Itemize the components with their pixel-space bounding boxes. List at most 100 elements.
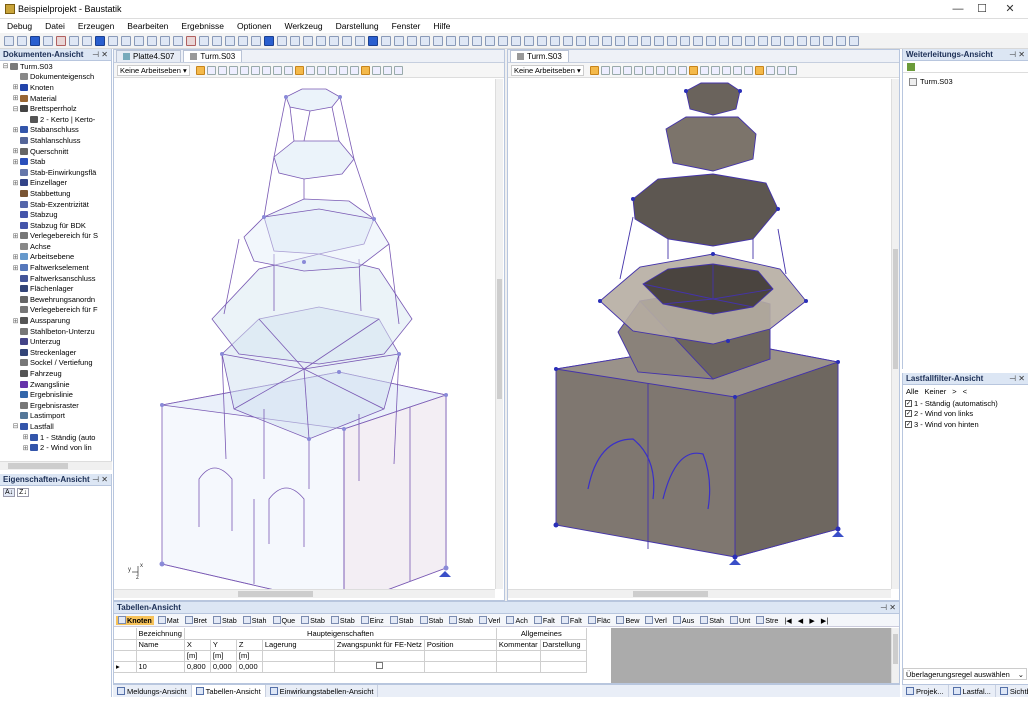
expander-icon[interactable]: ⊞ [12,264,19,272]
tree-item[interactable]: Verlegebereich für F [0,305,111,316]
toolbar-tool-icon[interactable] [342,35,352,46]
toolbar-tool-icon[interactable] [420,35,430,46]
tree-h-scrollbar[interactable] [0,461,112,470]
expander-icon[interactable]: ⊞ [22,444,29,452]
toolbar-tool-icon[interactable] [459,35,469,46]
tree-item[interactable]: Stabzug [0,209,111,220]
tree-item[interactable]: Stahlanschluss [0,135,111,146]
cell-y[interactable]: 0,000 [210,661,237,673]
menu-debug[interactable]: Debug [0,19,38,31]
tree-item[interactable]: Stab-Einwirkungsflä [0,167,111,178]
view-front-icon[interactable] [305,65,315,75]
wireframe-icon[interactable] [371,65,381,75]
expander-icon[interactable]: ⊞ [12,232,19,240]
refresh-icon[interactable] [907,63,915,71]
tree-item[interactable]: ⊞ 2 - Wind von lin [0,442,111,453]
checkbox[interactable]: ✓ [905,420,912,428]
table-tab[interactable]: Verl [477,616,502,625]
tree-item[interactable]: ⊞ Faltwerkselement [0,262,111,273]
toolbar-tool-icon[interactable] [667,35,677,46]
toolbar-tool-icon[interactable] [4,35,14,46]
select-icon[interactable] [195,65,205,75]
table-tab[interactable]: Stab [329,616,357,625]
view-top-icon[interactable] [316,65,326,75]
tree-item[interactable]: Stahlbeton-Unterzu [0,326,111,337]
zoom-window-icon[interactable] [250,65,260,75]
right-h-scrollbar[interactable] [508,589,891,598]
toolbar-tool-icon[interactable] [43,35,53,46]
expander-icon[interactable]: ⊞ [12,83,19,91]
loadcase-item[interactable]: ✓ 3 - Wind von hinten [903,419,1028,430]
tree-item[interactable]: ⊟ Lastfall [0,421,111,432]
pin-icon[interactable]: ⊣ ✕ [1009,374,1025,383]
tab-turm-left[interactable]: Turm.S03 [183,50,243,62]
zoom-out-icon[interactable] [228,65,238,75]
maximize-button[interactable]: ☐ [968,2,996,17]
toolbar-tool-icon[interactable] [368,35,378,46]
toolbar-tool-icon[interactable] [680,35,690,46]
toolbar-tool-icon[interactable] [134,35,144,46]
toolbar-tool-icon[interactable] [849,35,859,46]
toolbar-tool-icon[interactable] [173,35,183,46]
checkbox[interactable]: ✓ [905,410,912,418]
work-plane-select[interactable]: Keine Arbeitseben ▾ [511,64,584,76]
toolbar-tool-icon[interactable] [95,35,105,46]
menu-datei[interactable]: Datei [38,19,71,31]
select-icon[interactable] [589,65,599,75]
display-icon[interactable] [393,65,403,75]
grid-icon[interactable] [349,65,359,75]
menu-darstellung[interactable]: Darstellung [329,19,385,31]
tab-einwirkungstabellen[interactable]: Einwirkungstabellen-Ansicht [266,685,379,697]
toolbar-tool-icon[interactable] [17,35,27,46]
view-side-icon[interactable] [327,65,337,75]
menu-bearbeiten[interactable]: Bearbeiten [120,19,174,31]
tree-item[interactable]: ⊞ Querschnitt [0,146,111,157]
toolbar-tool-icon[interactable] [771,35,781,46]
toolbar-tool-icon[interactable] [758,35,768,46]
toolbar-tool-icon[interactable] [446,35,456,46]
cell-name[interactable]: 10 [136,661,185,673]
tree-item[interactable]: ⊟ Brettsperrholz [0,103,111,114]
tab-sichtbarkeit[interactable]: Sichtb... [996,685,1028,697]
col-y[interactable]: Y [210,639,237,651]
tree-item[interactable]: ⊞ 1 - Ständig (auto [0,432,111,443]
table-tab[interactable]: Bew [614,616,641,625]
tree-item[interactable]: Ergebnisraster [0,400,111,411]
tree-item[interactable]: Achse [0,241,111,252]
col-darstellung[interactable]: Darstellung [540,639,587,651]
rotate-icon[interactable] [666,65,676,75]
expander-icon[interactable]: ⊟ [12,422,19,430]
rotate-icon[interactable] [272,65,282,75]
table-nav-button[interactable]: ▶| [819,616,830,625]
tree-item[interactable]: Sockel / Vertiefung [0,358,111,369]
table-tab[interactable]: Que [271,616,298,625]
toolbar-tool-icon[interactable] [433,35,443,46]
toolbar-tool-icon[interactable] [355,35,365,46]
right-v-scrollbar[interactable] [891,79,899,589]
toolbar-tool-icon[interactable] [238,35,248,46]
light-icon[interactable] [776,65,786,75]
zoom-all-icon[interactable] [655,65,665,75]
table-tab[interactable]: Mat [156,616,181,625]
tree-item[interactable]: Zwangslinie [0,379,111,390]
table-tab[interactable]: Stah [698,616,726,625]
expander-icon[interactable]: ⊞ [12,179,19,187]
tab-projekt[interactable]: Projek... [902,685,949,697]
menu-optionen[interactable]: Optionen [230,19,278,31]
toolbar-tool-icon[interactable] [628,35,638,46]
view-top-icon[interactable] [710,65,720,75]
pin-icon[interactable]: ⊣ ✕ [880,603,896,612]
zoom-in-icon[interactable] [217,65,227,75]
tree-item[interactable]: Dokumenteigensch [0,72,111,83]
tree-item[interactable]: 2 - Kerto | Kerto- [0,114,111,125]
toolbar-tool-icon[interactable] [823,35,833,46]
menu-ergebnisse[interactable]: Ergebnisse [174,19,230,31]
table-tab[interactable]: Falt [559,616,584,625]
viewport-right[interactable] [508,79,889,589]
tab-turm-right[interactable]: Turm.S03 [510,50,569,62]
toolbar-tool-icon[interactable] [147,35,157,46]
overlay-rule-select[interactable]: Überlagerungsregel auswählen ⌄ [903,668,1027,680]
toolbar-tool-icon[interactable] [381,35,391,46]
toolbar-tool-icon[interactable] [576,35,586,46]
toolbar-tool-icon[interactable] [121,35,131,46]
